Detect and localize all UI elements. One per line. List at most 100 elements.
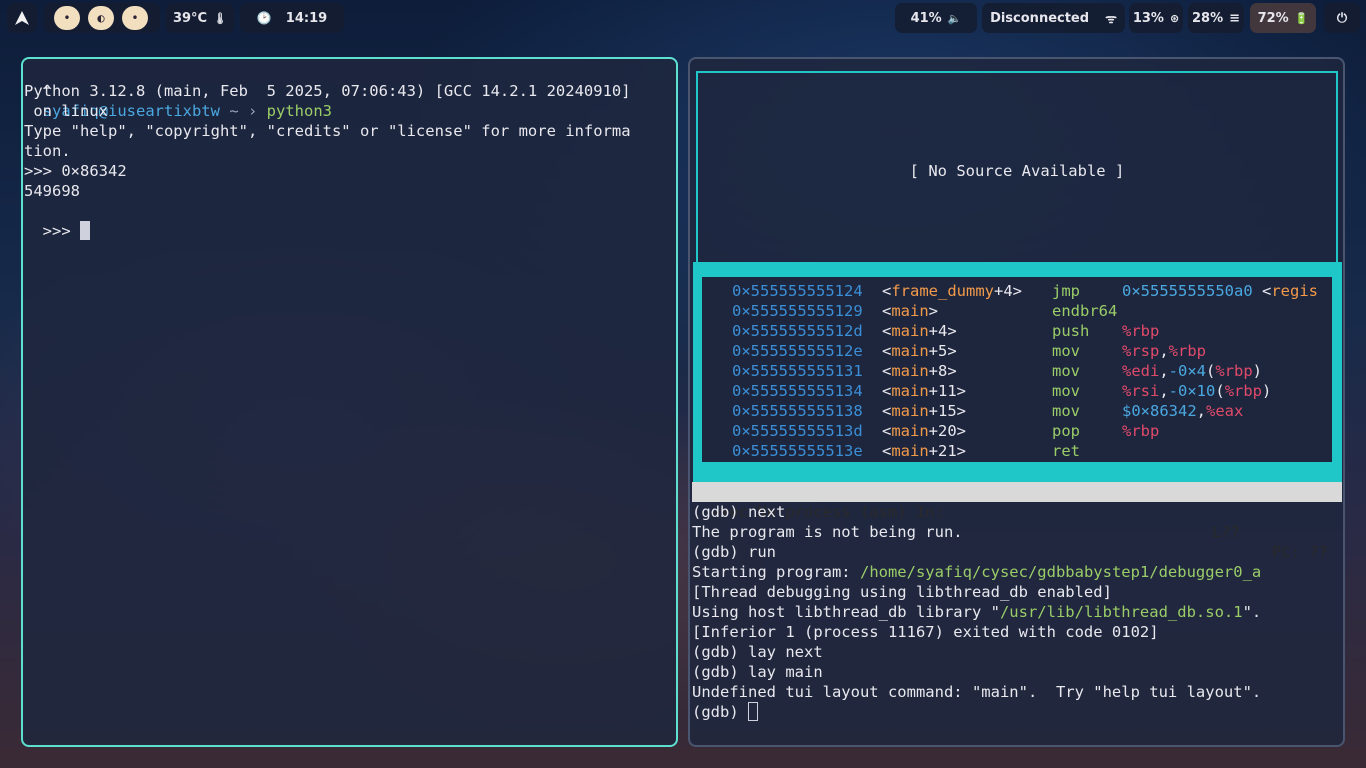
asm-line: 0×55555555513d <main+20> pop %rbp: [732, 421, 1159, 441]
asm-operand: %rsi: [1122, 382, 1160, 400]
speaker-icon: 🔈: [947, 11, 962, 25]
network-widget[interactable]: Disconnected ᯤ: [982, 3, 1125, 33]
prompt-command: python3: [266, 102, 332, 120]
workspace-1-label: •: [63, 11, 71, 25]
workspace-3-button[interactable]: •: [122, 6, 148, 30]
asm-operand: $0×86342: [1122, 402, 1197, 420]
asm-operand: ): [1262, 382, 1272, 400]
cpu-icon: ⊛: [1169, 11, 1180, 25]
asm-opcode: mov: [1052, 402, 1080, 420]
launcher-button[interactable]: [7, 3, 37, 33]
memory-widget[interactable]: 28% ≡: [1188, 3, 1244, 33]
gdb-console-line: Starting program: /home/syafiq/cysec/gdb…: [692, 562, 1261, 582]
cpu-widget[interactable]: 13% ⊛: [1129, 3, 1183, 33]
asm-operands: %edi,-0×4(%rbp): [1122, 361, 1262, 381]
asm-offset: >: [928, 302, 939, 320]
asm-symbol-name: main: [891, 442, 929, 460]
asm-operands: %rsi,-0×10(%rbp): [1122, 381, 1271, 401]
asm-address: 0×555555555131: [732, 362, 863, 380]
asm-operand: regis: [1271, 282, 1318, 300]
asm-offset: +20>: [928, 422, 966, 440]
power-icon: ⏻: [1336, 10, 1348, 26]
asm-operand: 0×5555555550a0: [1122, 282, 1253, 300]
console-text: Starting program:: [692, 563, 860, 581]
console-text: ".: [1242, 603, 1262, 621]
asm-operands: %rbp: [1122, 421, 1159, 441]
asm-operand: (: [1215, 382, 1225, 400]
network-status: Disconnected: [990, 10, 1090, 26]
asm-operand: %rsp: [1122, 342, 1160, 360]
asm-operand: %rbp: [1224, 382, 1263, 400]
asm-bracket: <: [882, 442, 892, 460]
workspace-2-button[interactable]: ◐: [88, 6, 114, 30]
asm-symbol: <main+20>: [882, 421, 966, 441]
memory-icon: ≡: [1229, 10, 1241, 26]
asm-bracket: <: [882, 322, 892, 340]
asm-address: 0×55555555512d: [732, 322, 863, 340]
asm-offset: +15>: [928, 402, 966, 420]
asm-operand: -0×10: [1168, 382, 1216, 400]
workspace-2-label: ◐: [97, 11, 105, 25]
asm-operands: 0×5555555550a0 <regis: [1122, 281, 1318, 301]
asm-line: 0×555555555129 <main> endbr64: [732, 301, 1117, 321]
workspace-1-button[interactable]: •: [54, 6, 80, 30]
asm-operands: $0×86342,%eax: [1122, 401, 1243, 421]
python-prompt: >>>: [42, 222, 80, 240]
asm-address: 0×555555555129: [732, 302, 863, 320]
asm-address: 0×555555555134: [732, 382, 863, 400]
arch-launcher-icon: [15, 11, 29, 25]
console-text: (gdb) run: [692, 543, 776, 561]
python-output-line: Type "help", "copyright", "credits" or "…: [24, 122, 631, 140]
asm-operands: %rsp,%rbp: [1122, 341, 1206, 361]
clock-widget[interactable]: 🕑 14:19: [240, 3, 344, 33]
gdb-console-line: (gdb) lay main: [692, 662, 823, 682]
cpu-value: 13%: [1132, 10, 1164, 26]
asm-line: 0×555555555134 <main+11> mov %rsi,-0×10(%rb…: [732, 381, 1271, 401]
source-unavailable-message: [ No Source Available ]: [909, 162, 1125, 180]
gdb-console: (gdb) next The program is not being run. (…: [692, 502, 1342, 742]
asm-symbol: <main+21>: [882, 441, 966, 461]
gdb-console-line: [Inferior 1 (process 11167) exited with …: [692, 622, 1159, 642]
temperature-value: 39°C: [172, 10, 208, 26]
power-button[interactable]: ⏻: [1324, 3, 1360, 33]
prompt-path: ~ ›: [219, 102, 267, 120]
asm-opcode: push: [1052, 322, 1090, 340]
battery-value: 72%: [1257, 10, 1289, 26]
asm-symbol: <frame_dummy+4>: [882, 281, 1022, 301]
asm-line: 0×55555555512e <main+5> mov %rsp,%rbp: [732, 341, 1206, 361]
wifi-icon: ᯤ: [1105, 12, 1117, 27]
asm-opcode: endbr64: [1052, 302, 1118, 320]
volume-value: 41%: [910, 10, 942, 26]
asm-address: 0×55555555512e: [732, 342, 863, 360]
text-cursor: [80, 221, 90, 240]
clock-icon: 🕑: [256, 11, 272, 25]
tui-status-bar: exec No process (asm) In: L?? PC: ??: [692, 482, 1342, 561]
console-text: Using host libthread_db library ": [692, 603, 1000, 621]
file-path: /usr/lib/libthread_db.so.1: [999, 603, 1243, 621]
asm-symbol: <main+5>: [882, 341, 957, 361]
asm-operand: ,: [1196, 402, 1206, 420]
asm-bracket: <: [882, 342, 892, 360]
battery-widget[interactable]: 72% 🔋: [1250, 3, 1316, 33]
asm-operand: %rbp: [1122, 322, 1160, 340]
asm-operands: %rbp: [1122, 321, 1159, 341]
asm-operand: %rbp: [1215, 362, 1253, 380]
console-text: Undefined tui layout command: "main". Tr…: [692, 683, 1262, 701]
temperature-widget[interactable]: 39°C 🌡: [166, 3, 234, 33]
asm-symbol-name: main: [891, 402, 929, 420]
asm-opcode: ret: [1052, 442, 1080, 460]
asm-offset: +11>: [928, 382, 966, 400]
asm-opcode: mov: [1052, 342, 1080, 360]
volume-widget[interactable]: 41% 🔈: [895, 3, 977, 33]
asm-offset: +4>: [928, 322, 957, 340]
asm-bracket: <: [882, 422, 892, 440]
gdb-console-line: Undefined tui layout command: "main". Tr…: [692, 682, 1261, 702]
text-cursor: [748, 702, 758, 721]
gdb-input-line[interactable]: (gdb): [692, 702, 758, 722]
asm-opcode: pop: [1052, 422, 1080, 440]
asm-offset: +8>: [928, 362, 957, 380]
gdb-console-line: Using host libthread_db library "/usr/li…: [692, 602, 1261, 622]
asm-operand: %edi: [1122, 362, 1160, 380]
python-input-line[interactable]: >>>: [24, 201, 90, 241]
asm-symbol-name: frame_dummy: [891, 282, 994, 300]
